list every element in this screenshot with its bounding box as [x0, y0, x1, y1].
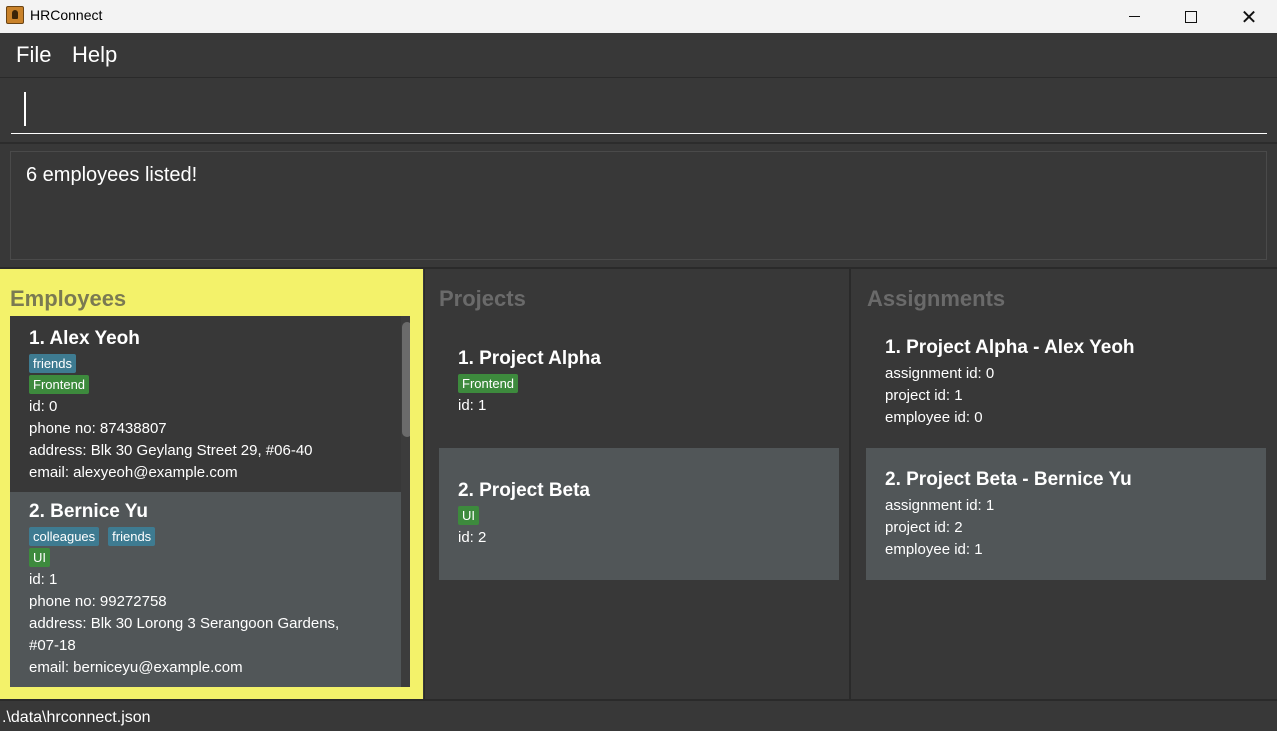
- role-badge: UI: [458, 506, 479, 525]
- assignment-card[interactable]: 1. Project Alpha - Alex Yeoh assignment …: [866, 316, 1266, 448]
- assignment-title: 1. Project Alpha - Alex Yeoh: [885, 337, 1135, 358]
- close-icon: ✕: [1240, 4, 1258, 29]
- minimize-button[interactable]: [1105, 0, 1163, 33]
- employee-email: email: berniceyu@example.com: [29, 659, 243, 676]
- menu-bar: File Help: [0, 33, 1277, 78]
- employee-card[interactable]: 2. Bernice Yu colleagues friends UI id: …: [10, 492, 410, 687]
- employees-panel: Employees 1. Alex Yeoh friends Frontend …: [0, 269, 423, 699]
- employee-address: address: Blk 30 Geylang Street 29, #06-4…: [29, 442, 313, 459]
- scroll-thumb[interactable]: [402, 322, 410, 437]
- employee-phone: phone no: 87438807: [29, 420, 167, 437]
- assignments-panel: Assignments 1. Project Alpha - Alex Yeoh…: [853, 269, 1277, 699]
- tag-badge: friends: [108, 527, 156, 546]
- assignment-employee-id: employee id: 0: [885, 409, 983, 426]
- assignment-id: assignment id: 0: [885, 365, 995, 382]
- command-box: [0, 78, 1277, 144]
- project-name: 1. Project Alpha: [458, 348, 601, 369]
- employee-list[interactable]: 1. Alex Yeoh friends Frontend id: 0 phon…: [10, 316, 410, 687]
- scrollbar[interactable]: [401, 316, 410, 687]
- employee-address-line2: #07-18: [29, 637, 76, 654]
- assignments-title: Assignments: [867, 286, 1006, 311]
- assignment-id: assignment id: 1: [885, 497, 995, 514]
- project-id: id: 1: [458, 397, 487, 414]
- role-badge: UI: [29, 548, 50, 567]
- title-bar: HRConnect ✕: [0, 0, 1277, 33]
- maximize-icon: [1185, 10, 1197, 23]
- command-input[interactable]: [11, 88, 1267, 134]
- data-file-path: .\data\hrconnect.json: [2, 709, 151, 726]
- text-caret: [24, 92, 26, 126]
- employee-email: email: alexyeoh@example.com: [29, 464, 238, 481]
- role-badge: Frontend: [458, 374, 519, 393]
- employees-title: Employees: [10, 286, 127, 311]
- employee-id: id: 1: [29, 571, 58, 588]
- employee-name: 1. Alex Yeoh: [29, 328, 140, 349]
- project-card[interactable]: 1. Project Alpha Frontend id: 1: [439, 316, 839, 448]
- projects-title: Projects: [439, 286, 526, 311]
- minimize-icon: [1128, 16, 1140, 17]
- tag-badge: colleagues: [29, 527, 100, 546]
- close-button[interactable]: ✕: [1220, 0, 1277, 33]
- project-card[interactable]: 2. Project Beta UI id: 2: [439, 448, 839, 580]
- employee-phone: phone no: 99272758: [29, 593, 167, 610]
- project-id: id: 2: [458, 529, 487, 546]
- menu-help[interactable]: Help: [72, 42, 117, 68]
- employee-address: address: Blk 30 Lorong 3 Serangoon Garde…: [29, 615, 340, 632]
- employee-card[interactable]: 1. Alex Yeoh friends Frontend id: 0 phon…: [10, 316, 410, 492]
- assignment-project-id: project id: 1: [885, 387, 963, 404]
- window-title: HRConnect: [30, 7, 103, 23]
- result-display: 6 employees listed!: [10, 151, 1267, 260]
- assignment-title: 2. Project Beta - Bernice Yu: [885, 469, 1132, 490]
- tag-badge: friends: [29, 354, 77, 373]
- employee-id: id: 0: [29, 398, 58, 415]
- assignment-employee-id: employee id: 1: [885, 541, 983, 558]
- role-badge: Frontend: [29, 375, 90, 394]
- assignment-project-id: project id: 2: [885, 519, 963, 536]
- app-icon: [6, 6, 24, 24]
- project-name: 2. Project Beta: [458, 480, 590, 501]
- maximize-button[interactable]: [1162, 0, 1220, 33]
- menu-file[interactable]: File: [16, 42, 51, 68]
- projects-panel: Projects 1. Project Alpha Frontend id: 1…: [424, 269, 851, 699]
- result-message: 6 employees listed!: [26, 164, 198, 186]
- status-bar: .\data\hrconnect.json: [0, 699, 1277, 731]
- employee-name: 2. Bernice Yu: [29, 501, 148, 522]
- assignment-card[interactable]: 2. Project Beta - Bernice Yu assignment …: [866, 448, 1266, 580]
